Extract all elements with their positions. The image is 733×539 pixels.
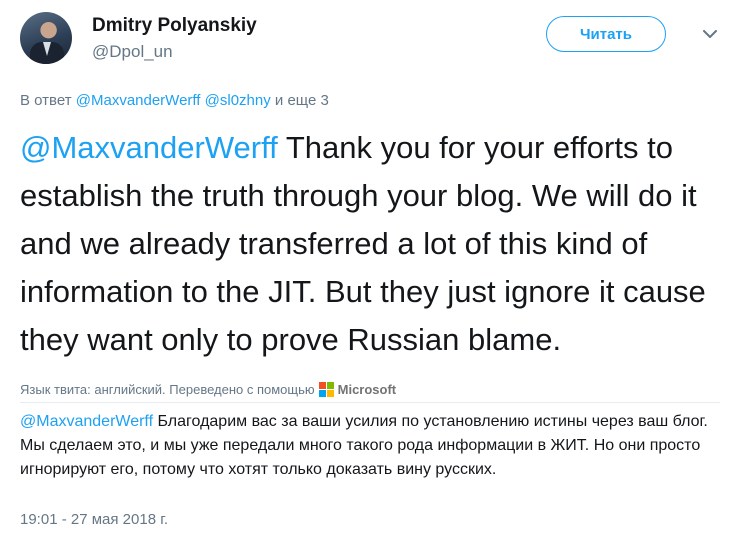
translated-text: @MaxvanderWerff Благодарим вас за ваши у… [20, 410, 720, 482]
reply-context: В ответ @MaxvanderWerff @sl0zhny и еще 3 [20, 92, 329, 109]
microsoft-wordmark: Microsoft [337, 382, 397, 397]
chevron-down-icon[interactable] [700, 24, 720, 44]
author-name[interactable]: Dmitry Polyanskiy [92, 15, 257, 37]
translation-mention-link[interactable]: @MaxvanderWerff [20, 413, 153, 430]
reply-prefix: В ответ [20, 92, 72, 109]
tweet-header: Dmitry Polyanskiy @Dpol_un Читать [20, 12, 720, 72]
reply-suffix: и еще 3 [274, 92, 329, 109]
follow-button[interactable]: Читать [546, 16, 666, 52]
tweet-mention-link[interactable]: @MaxvanderWerff [20, 130, 278, 165]
reply-mention-link[interactable]: @sl0zhny [205, 92, 271, 109]
tweet-text: @MaxvanderWerff Thank you for your effor… [20, 124, 720, 364]
microsoft-logo[interactable]: Microsoft [318, 382, 397, 397]
avatar[interactable] [20, 12, 72, 64]
author-handle[interactable]: @Dpol_un [92, 42, 173, 62]
reply-mention-link[interactable]: @MaxvanderWerff [76, 92, 201, 109]
divider [20, 402, 720, 403]
tweet-timestamp[interactable]: 19:01 - 27 мая 2018 г. [20, 511, 168, 528]
translation-meta: Язык твита: английский. Переведено с пом… [20, 382, 396, 397]
translation-label: Язык твита: английский. Переведено с пом… [20, 382, 315, 397]
microsoft-grid-icon [318, 382, 334, 397]
